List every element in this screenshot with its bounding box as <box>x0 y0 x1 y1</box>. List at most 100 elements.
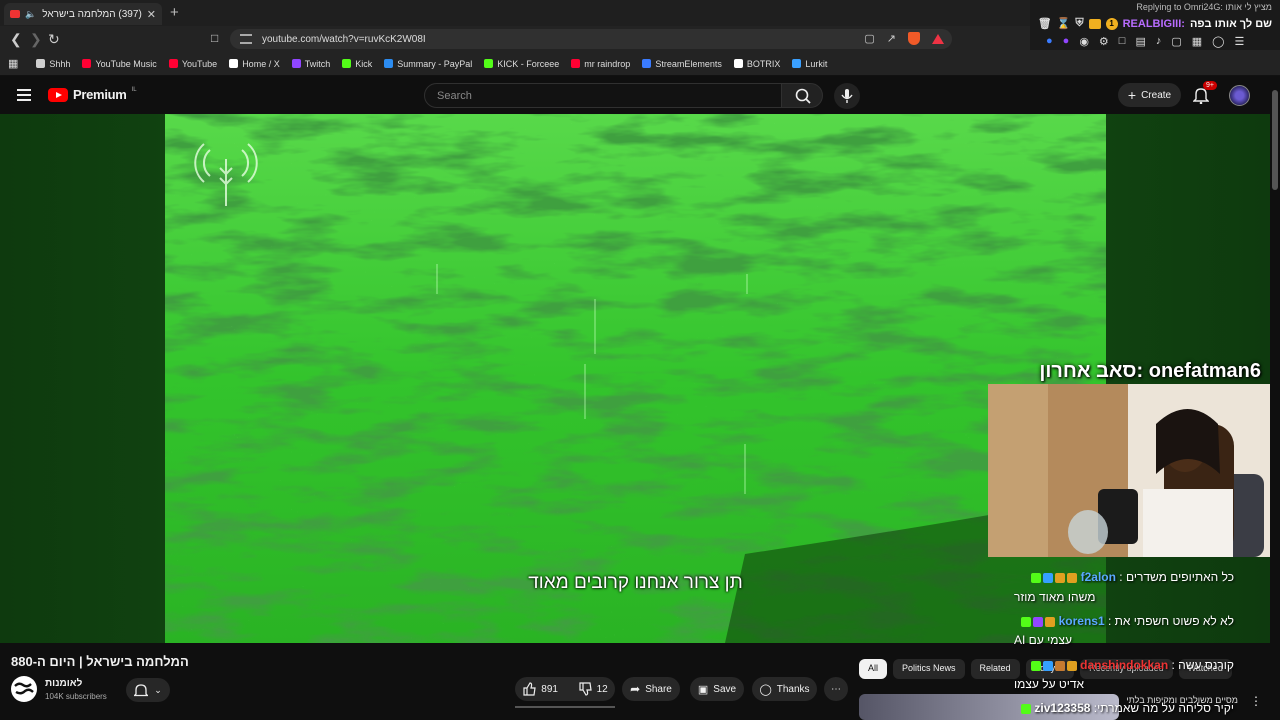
bookmark-favicon-icon <box>384 59 394 68</box>
extension-icon[interactable]: ◉ <box>1079 35 1089 48</box>
extension-icon[interactable]: ● <box>1063 35 1070 48</box>
share-button[interactable]: ➦ Share <box>622 677 680 701</box>
search-button[interactable] <box>781 83 823 108</box>
bookmark-favicon-icon <box>229 59 239 68</box>
bookmark-item[interactable]: StreamElements <box>642 59 722 69</box>
bookmark-item[interactable]: BOTRIX <box>733 59 780 69</box>
bookmark-item[interactable]: KICK - Forceee <box>484 59 559 69</box>
cast-icon[interactable]: ▢ <box>864 32 874 45</box>
streamer-webcam <box>988 384 1280 557</box>
shield-icon: ⛨ <box>1075 17 1084 29</box>
extension-icon[interactable]: ⚙ <box>1099 35 1109 48</box>
latest-sub-banner: סאב אחרון: onefatman6 <box>1039 360 1261 382</box>
chat-badges <box>1030 660 1077 671</box>
more-icon[interactable]: ⋮ <box>1250 694 1262 708</box>
bookmark-favicon-icon <box>291 59 301 68</box>
extension-icon[interactable]: □ <box>1119 35 1126 48</box>
extension-icon[interactable]: ◯ <box>1212 35 1224 48</box>
channel-name[interactable]: לאומנות <box>45 678 82 689</box>
dislike-button[interactable]: 12 <box>578 682 608 696</box>
extension-icon[interactable]: ● <box>1046 35 1053 48</box>
bookmark-item[interactable]: Lurkit <box>792 59 827 69</box>
extension-icon[interactable]: ▤ <box>1135 35 1145 48</box>
bookmark-label: Twitch <box>304 58 331 69</box>
bookmark-favicon-icon <box>36 59 46 68</box>
thanks-icon: ◯ <box>759 683 772 696</box>
video-player[interactable]: תן צרור אנחנו קרובים מאוד <box>165 114 1106 643</box>
brave-shield-icon[interactable] <box>908 32 920 45</box>
more-actions-button[interactable]: ⋯ <box>824 677 848 701</box>
chip-politics-news[interactable]: Politics News <box>893 659 965 679</box>
bookmark-icon: ▣ <box>697 683 709 696</box>
voice-search-button[interactable] <box>834 83 860 109</box>
extension-icons-row: ● ● ◉ ⚙ □ ▤ ♪ ▢ ▦ ◯ ☰ <box>1046 35 1244 48</box>
top-chat-message: 🗑 ⌛ ⛨ 1 REALBIGIII: שם לך אותו בפה <box>1038 17 1272 30</box>
bookmark-item[interactable]: Twitch <box>291 58 331 69</box>
like-button[interactable]: 891 <box>522 682 558 696</box>
close-tab-icon[interactable]: ✕ <box>147 8 156 21</box>
bookmark-item[interactable]: Home / X <box>229 59 280 69</box>
bookmark-label: mr raindrop <box>584 58 631 69</box>
like-ratio-bar <box>515 706 615 708</box>
chip-related[interactable]: Related <box>970 659 1020 679</box>
new-tab-button[interactable]: + <box>170 4 179 21</box>
search-input[interactable]: Search <box>424 83 782 108</box>
menu-icon[interactable] <box>17 89 31 104</box>
reload-icon[interactable]: ↻ <box>48 31 60 48</box>
extension-icon[interactable]: ▦ <box>1192 35 1202 48</box>
account-avatar[interactable] <box>1229 85 1250 106</box>
thanks-button[interactable]: ◯ Thanks <box>752 677 817 701</box>
browser-tab[interactable]: 🔈 (397) המלחמה בישראל | היום ✕ <box>4 3 162 25</box>
crown-badge-icon <box>1088 18 1101 29</box>
create-button[interactable]: + Create <box>1118 83 1181 107</box>
share-icon: ➦ <box>630 682 641 696</box>
forward-icon[interactable]: ❯ <box>30 31 42 48</box>
bookmark-item[interactable]: YouTube Music <box>82 59 157 69</box>
bookmark-label: Lurkit <box>805 58 828 69</box>
bookmark-favicon-icon <box>642 59 652 68</box>
tab-title: (397) המלחמה בישראל | היום <box>41 8 142 20</box>
more-icon: ⋯ <box>831 683 841 695</box>
save-button[interactable]: ▣ Save <box>690 677 744 701</box>
chat-message: לא לא פשוט חשפתי את : korens1 <box>1021 614 1234 628</box>
notification-count-badge: 9+ <box>1203 81 1217 90</box>
bookmark-label: YouTube <box>181 58 218 69</box>
scrollbar-thumb[interactable] <box>1272 90 1278 190</box>
bookmark-favicon-icon <box>484 59 494 68</box>
bookmark-icon[interactable]: □ <box>211 31 218 45</box>
speaker-icon[interactable]: 🔈 <box>25 9 36 20</box>
bookmark-item[interactable]: YouTube <box>168 58 218 69</box>
share-page-icon[interactable]: ↗ <box>887 32 896 45</box>
delete-icon: 🗑 <box>1037 18 1052 30</box>
bookmark-item[interactable]: Shhh <box>36 59 70 69</box>
chat-badges <box>1031 572 1078 583</box>
hourglass-icon: ⌛ <box>1056 18 1071 30</box>
chat-badges <box>1021 616 1056 627</box>
bookmark-label: KICK - Forceee <box>497 58 560 69</box>
channel-avatar[interactable] <box>11 676 37 702</box>
bookmark-favicon-icon <box>342 59 352 68</box>
subscription-bell-button[interactable]: ⌄ <box>126 678 170 702</box>
extension-icon[interactable]: ▢ <box>1171 35 1181 48</box>
url-text: youtube.com/watch?v=ruvKcK2W08I <box>262 33 426 45</box>
apps-grid-icon[interactable]: ▦ <box>8 57 18 70</box>
chat-message-line: משהו מאוד מוזר <box>1014 590 1096 604</box>
chip-all[interactable]: All <box>859 659 888 679</box>
bookmark-item[interactable]: mr raindrop <box>571 59 630 69</box>
search-icon <box>795 88 811 104</box>
extension-icon[interactable]: ☰ <box>1234 35 1244 48</box>
bookmark-label: Home / X <box>242 58 280 69</box>
bookmark-item[interactable]: Summary - PayPal <box>384 59 472 69</box>
url-field[interactable]: youtube.com/watch?v=ruvKcK2W08I ▢ ↗ <box>230 29 952 49</box>
extension-icon[interactable]: ♪ <box>1156 35 1162 48</box>
back-icon[interactable]: ❮ <box>10 31 22 48</box>
logo-text: Premium <box>73 87 127 102</box>
bookmark-favicon-icon <box>168 59 178 68</box>
video-title: המלחמה בישראל | היום ה-880 <box>11 654 189 669</box>
youtube-logo[interactable]: Premium IL <box>48 87 137 102</box>
bookmark-item[interactable]: Kick <box>342 59 372 69</box>
night-vision-footage <box>165 114 1106 643</box>
brave-rewards-icon[interactable] <box>932 33 944 44</box>
site-info-icon[interactable] <box>240 34 252 44</box>
bookmark-favicon-icon <box>571 59 581 68</box>
